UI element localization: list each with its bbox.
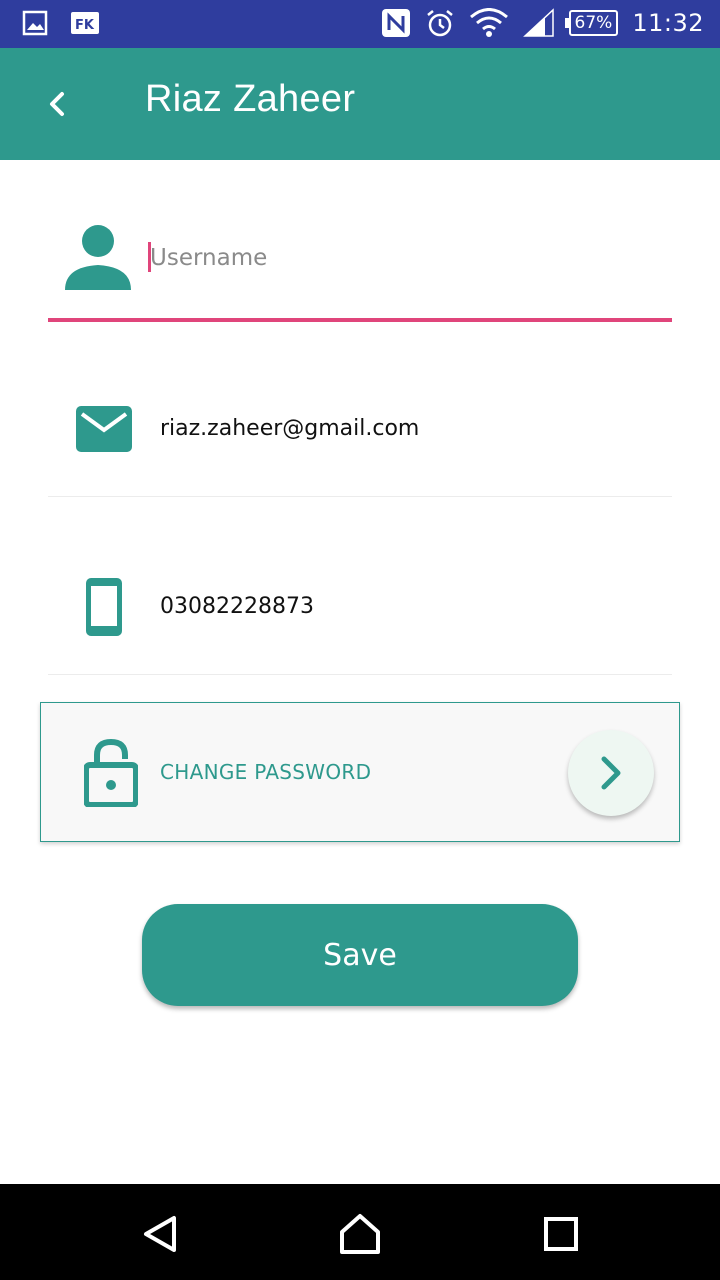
flipkart-icon: FK [70,10,100,36]
divider [48,496,672,497]
battery-indicator: 67% [564,10,619,36]
chevron-right-icon [601,756,621,790]
email-value: riaz.zaheer@gmail.com [160,416,420,441]
back-arrow-icon [50,92,64,116]
navigation-bar [0,1184,720,1280]
person-icon [64,224,132,296]
nav-recents-button[interactable] [539,1212,583,1256]
change-password-label: CHANGE PASSWORD [160,760,372,784]
signal-icon [522,8,555,38]
save-button[interactable]: Save [142,904,578,1006]
lock-icon [83,737,139,811]
wifi-icon [469,8,509,38]
recents-icon [544,1217,578,1251]
alarm-icon [425,8,455,38]
nav-home-button[interactable] [338,1212,382,1256]
username-input[interactable] [146,236,670,280]
phone-icon [86,578,122,640]
home-icon [340,1214,380,1254]
status-bar: FK 67% 11:32 [0,0,720,48]
change-password-card[interactable]: CHANGE PASSWORD [40,702,680,842]
back-triangle-icon [144,1216,176,1252]
username-underline [48,318,672,322]
text-caret [148,242,151,272]
phone-value: 03082228873 [160,594,314,619]
nav-back-button[interactable] [138,1212,182,1256]
app-bar: Riaz Zaheer [0,48,720,160]
mail-icon [76,406,132,456]
nfc-icon [381,8,411,38]
status-time: 11:32 [632,9,704,37]
page-title: Riaz Zaheer [145,78,356,120]
back-button[interactable] [36,82,80,126]
change-password-button[interactable] [568,730,654,816]
svg-text:FK: FK [75,18,95,33]
divider [48,674,672,675]
gallery-icon [22,10,48,36]
